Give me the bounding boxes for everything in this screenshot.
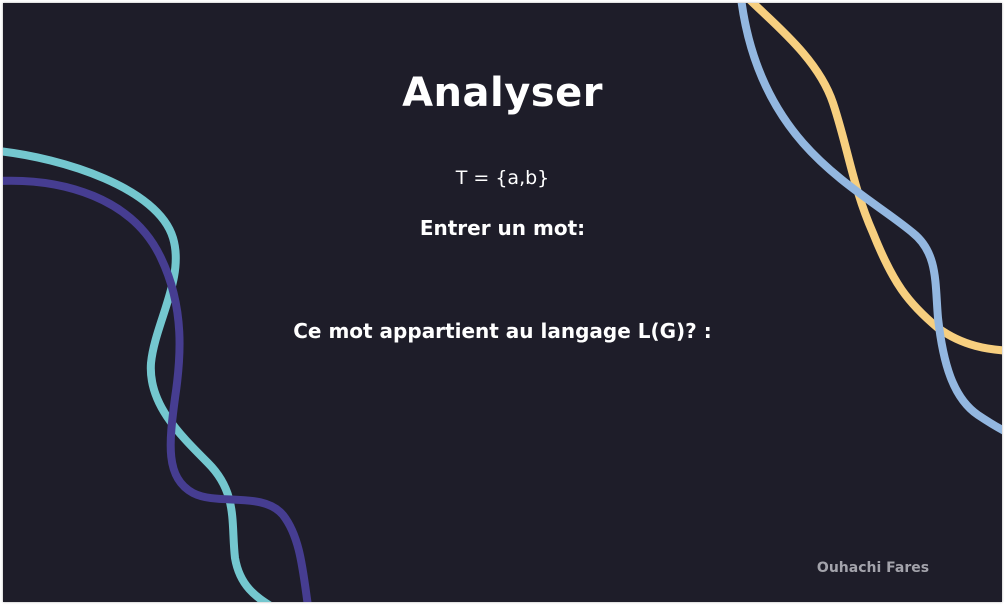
author-name: Ouhachi Fares	[816, 560, 930, 576]
word-input[interactable]	[383, 251, 627, 283]
page-title: Analyser	[402, 70, 603, 116]
word-input-label: Entrer un mot:	[419, 216, 586, 240]
alphabet-definition: T = {a,b}	[455, 167, 550, 189]
membership-result-label: Ce mot appartient au langage L(G)? :	[293, 319, 712, 343]
slide-canvas: Analyser T = {a,b} Entrer un mot: Ce mot…	[3, 3, 1002, 602]
